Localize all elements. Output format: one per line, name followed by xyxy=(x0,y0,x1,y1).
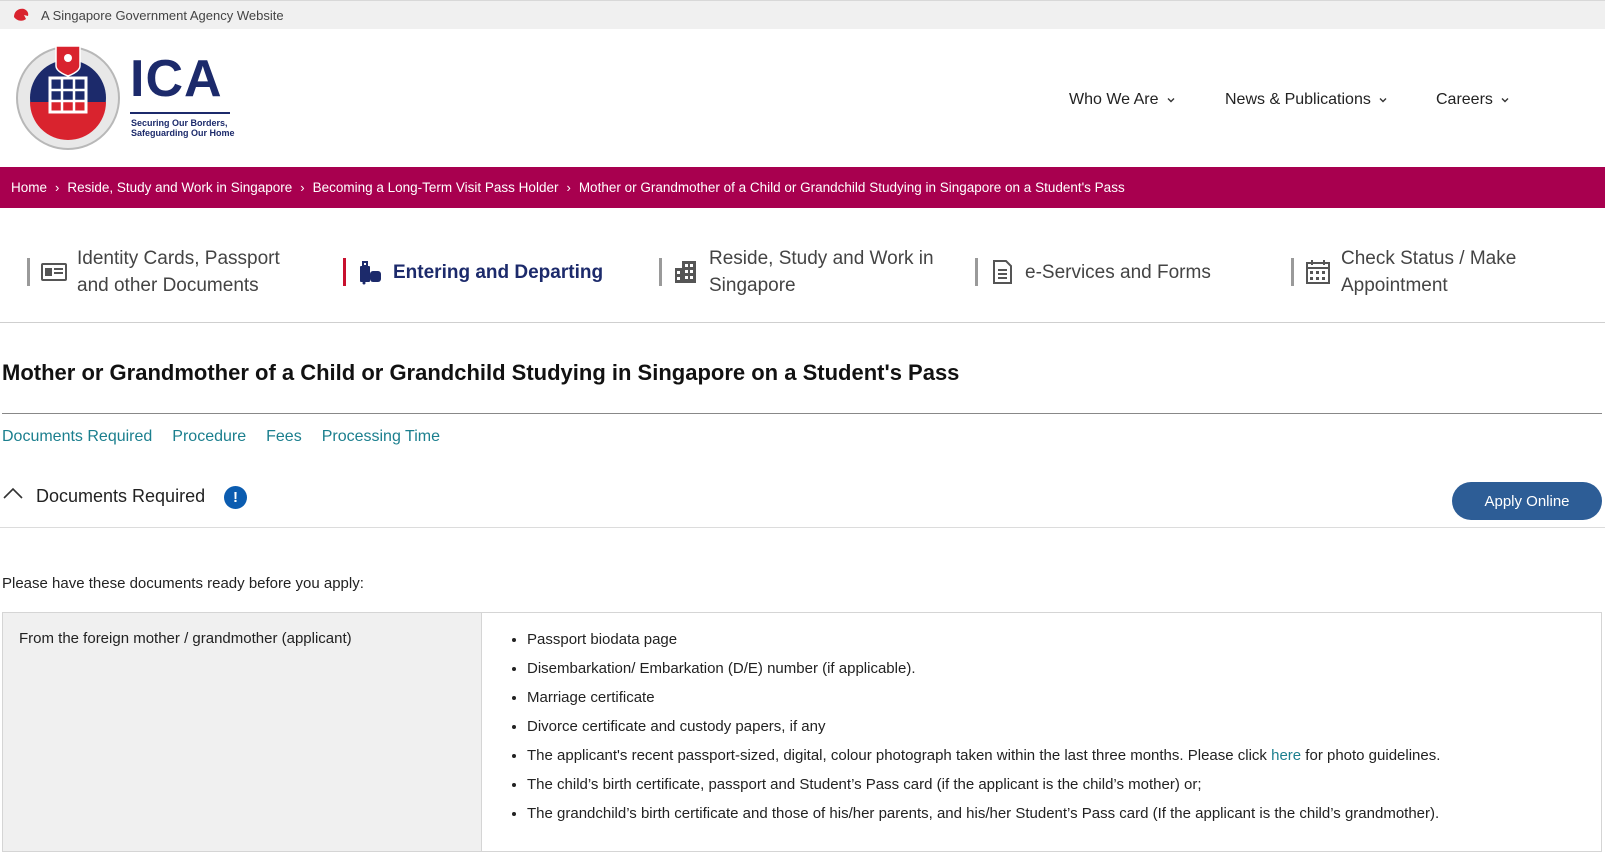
chevron-down-icon xyxy=(1501,98,1509,103)
page-title: Mother or Grandmother of a Child or Gran… xyxy=(2,360,960,385)
category-entering-departing[interactable]: Entering and Departing xyxy=(343,258,603,286)
intro-text: Please have these documents ready before… xyxy=(2,575,364,592)
breadcrumb-current: Mother or Grandmother of a Child or Gran… xyxy=(578,180,1125,195)
chevron-down-icon xyxy=(1379,98,1387,103)
category-label: e-Services and Forms xyxy=(1025,261,1211,283)
documents-table: From the foreign mother / grandmother (a… xyxy=(2,612,1602,852)
logo-divider xyxy=(130,112,230,114)
photo-item-text: The applicant's recent passport-sized, d… xyxy=(527,747,1272,764)
list-item: The child’s birth certificate, passport … xyxy=(527,770,1601,799)
category-label: Reside, Study and Work in Singapore xyxy=(709,248,934,296)
nav-news-publications[interactable]: News & Publications xyxy=(1225,91,1388,109)
breadcrumb: Home › Reside, Study and Work in Singapo… xyxy=(0,167,1605,208)
masthead-text: A Singapore Government Agency Website xyxy=(41,8,284,23)
nav-careers[interactable]: Careers xyxy=(1436,91,1510,109)
category-label: Check Status / Make Appointment xyxy=(1341,248,1517,296)
documents-required-section-header: Documents Required ! Apply Online xyxy=(0,480,1605,528)
list-item: Disembarkation/ Embarkation (D/E) number… xyxy=(527,654,1601,683)
breadcrumb-separator-icon: › xyxy=(55,180,60,195)
calendar-icon xyxy=(1306,260,1330,284)
chevron-up-icon[interactable] xyxy=(2,486,24,500)
breadcrumb-home[interactable]: Home xyxy=(11,180,47,195)
nav-who-we-are[interactable]: Who We Are xyxy=(1069,91,1176,109)
breadcrumb-ltvp[interactable]: Becoming a Long-Term Visit Pass Holder xyxy=(313,180,559,195)
category-divider xyxy=(1291,258,1294,286)
luggage-icon xyxy=(360,261,381,285)
nav-label: Who We Are xyxy=(1069,91,1159,108)
section-anchor-links: Documents Required Procedure Fees Proces… xyxy=(2,428,460,446)
section-title[interactable]: Documents Required xyxy=(36,486,205,507)
anchor-fees[interactable]: Fees xyxy=(266,428,302,446)
category-divider xyxy=(659,258,662,286)
breadcrumb-reside[interactable]: Reside, Study and Work in Singapore xyxy=(67,180,292,195)
list-item: The applicant's recent passport-sized, d… xyxy=(527,741,1601,770)
category-divider xyxy=(27,258,30,286)
photo-guidelines-link[interactable]: here xyxy=(1271,747,1301,764)
category-divider xyxy=(343,258,346,286)
documents-applicant-label: From the foreign mother / grandmother (a… xyxy=(3,613,482,851)
nav-label: News & Publications xyxy=(1225,91,1371,108)
category-check-status[interactable]: Check Status / Make Appointment xyxy=(1291,245,1561,299)
apply-online-button[interactable]: Apply Online xyxy=(1452,482,1602,520)
category-nav: Identity Cards, Passport and other Docum… xyxy=(0,208,1605,323)
anchor-processing-time[interactable]: Processing Time xyxy=(322,428,440,446)
logo-tagline-line-2: Safeguarding Our Home xyxy=(131,128,235,138)
photo-item-text-end: for photo guidelines. xyxy=(1301,747,1441,764)
site-header: ICA Securing Our Borders, Safeguarding O… xyxy=(0,29,1605,167)
breadcrumb-separator-icon: › xyxy=(566,180,571,195)
breadcrumb-separator-icon: › xyxy=(300,180,305,195)
anchor-documents-required[interactable]: Documents Required xyxy=(2,428,152,446)
category-identity-cards[interactable]: Identity Cards, Passport and other Docum… xyxy=(27,245,297,299)
category-reside-study-work[interactable]: Reside, Study and Work in Singapore xyxy=(659,245,949,299)
anchor-procedure[interactable]: Procedure xyxy=(172,428,246,446)
building-icon xyxy=(675,261,696,283)
category-eservices-forms[interactable]: e-Services and Forms xyxy=(975,258,1211,286)
logo-wordmark: ICA xyxy=(130,50,223,108)
documents-list: Passport biodata page Disembarkation/ Em… xyxy=(482,625,1601,828)
category-divider xyxy=(975,258,978,286)
list-item: Divorce certificate and custody papers, … xyxy=(527,712,1601,741)
title-divider xyxy=(2,413,1602,414)
lion-head-icon xyxy=(14,8,29,21)
info-icon[interactable]: ! xyxy=(224,486,247,509)
category-label: Identity Cards, Passport and other Docum… xyxy=(77,248,280,296)
list-item: Passport biodata page xyxy=(527,625,1601,654)
logo-tagline-line-1: Securing Our Borders, xyxy=(131,118,228,128)
ica-emblem-logo[interactable] xyxy=(14,42,122,150)
gov-masthead: A Singapore Government Agency Website xyxy=(0,0,1605,29)
list-item: The grandchild’s birth certificate and t… xyxy=(527,799,1601,828)
document-icon xyxy=(993,260,1012,284)
nav-label: Careers xyxy=(1436,91,1493,108)
list-item: Marriage certificate xyxy=(527,683,1601,712)
logo-tagline: Securing Our Borders, Safeguarding Our H… xyxy=(131,118,235,138)
id-card-icon xyxy=(41,263,67,281)
category-label: Entering and Departing xyxy=(393,261,604,283)
documents-list-cell: Passport biodata page Disembarkation/ Em… xyxy=(482,613,1601,851)
chevron-down-icon xyxy=(1167,98,1175,103)
